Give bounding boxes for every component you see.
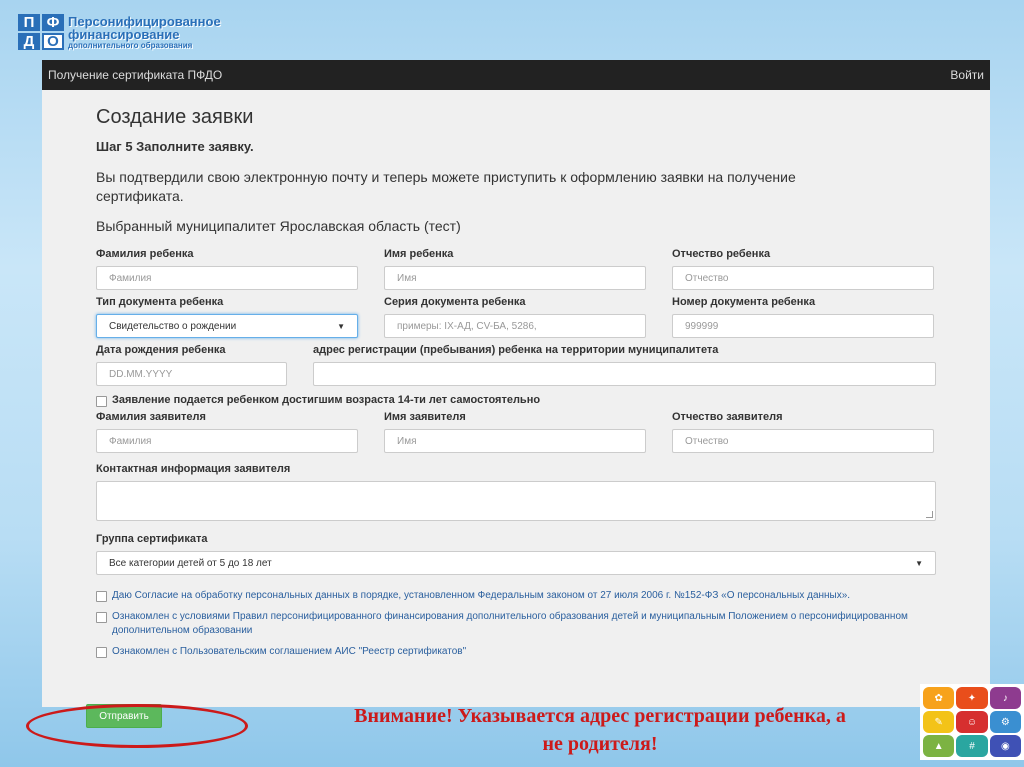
browser-window: Получение сертификата ПФДО Войти Создани…	[42, 60, 990, 728]
notice-line1: Внимание! Указывается адрес регистрации …	[354, 705, 846, 727]
applicant-last-name-input[interactable]: Фамилия	[96, 429, 358, 453]
resize-handle-icon[interactable]	[926, 511, 933, 518]
self-apply-checkbox[interactable]	[96, 396, 107, 407]
highlight-ellipse	[26, 704, 248, 748]
form-content: Создание заявки Шаг 5 Заполните заявку. …	[42, 106, 990, 659]
birth-date-label: Дата рождения ребенка	[96, 344, 226, 356]
applicant-first-name-label: Имя заявителя	[384, 411, 466, 423]
education-logo-tile: ▲	[923, 735, 955, 757]
group-select[interactable]: Все категории детей от 5 до 18 лет ▼	[96, 551, 936, 575]
notice-line2: не родителя!	[542, 733, 658, 755]
intro-text: Вы подтвердили свою электронную почту и …	[96, 169, 796, 204]
login-link[interactable]: Войти	[950, 68, 984, 82]
navbar: Получение сертификата ПФДО Войти	[42, 60, 990, 90]
child-last-name-input[interactable]: Фамилия	[96, 266, 358, 290]
applicant-name-row: Фамилия заявителя Фамилия Имя заявителя …	[96, 411, 936, 453]
logo-letter: О	[42, 33, 64, 50]
navbar-brand[interactable]: Получение сертификата ПФДО	[48, 68, 222, 82]
group-value: Все категории детей от 5 до 18 лет	[109, 557, 272, 569]
education-logo-tile: ✿	[923, 687, 955, 709]
education-logo: ✿ ✦ ♪ ✎ ☺ ⚙ ▲ # ◉	[920, 684, 1024, 760]
doc-type-label: Тип документа ребенка	[96, 296, 224, 308]
doc-type-value: Свидетельство о рождении	[109, 320, 237, 332]
contact-textarea[interactable]	[96, 481, 936, 521]
page-title: Создание заявки	[96, 106, 254, 128]
education-logo-tile: ⚙	[989, 711, 1021, 733]
consent-checkbox[interactable]	[96, 647, 107, 658]
pfdo-logo: П Ф Д О Персонифицированное финансирован…	[18, 14, 221, 50]
education-logo-tile: ✎	[923, 711, 955, 733]
logo-text: Персонифицированное финансирование допол…	[68, 15, 221, 50]
caret-down-icon: ▼	[337, 321, 345, 331]
consent-item[interactable]: Даю Согласие на обработку персональных д…	[96, 589, 936, 603]
applicant-first-name-input[interactable]: Имя	[384, 429, 646, 453]
consents: Даю Согласие на обработку персональных д…	[96, 589, 936, 659]
birth-address-row: Дата рождения ребенка DD.MM.YYYY адрес р…	[96, 344, 936, 386]
consent-label[interactable]: Даю Согласие на обработку персональных д…	[112, 589, 850, 603]
logo-letter: Д	[18, 33, 40, 50]
applicant-patronymic-input[interactable]: Отчество	[672, 429, 934, 453]
address-label: адрес регистрации (пребывания) ребенка н…	[313, 344, 719, 356]
consent-item[interactable]: Ознакомлен с Пользовательским соглашение…	[96, 645, 936, 659]
logo-letter: Ф	[42, 14, 64, 31]
birth-date-input[interactable]: DD.MM.YYYY	[96, 362, 287, 386]
step-title: Шаг 5 Заполните заявку.	[96, 139, 254, 154]
contact-label: Контактная информация заявителя	[96, 463, 291, 475]
education-logo-tile: #	[956, 735, 988, 757]
child-name-row: Фамилия ребенка Фамилия Имя ребенка Имя …	[96, 248, 936, 290]
applicant-last-name-label: Фамилия заявителя	[96, 411, 206, 423]
child-first-name-label: Имя ребенка	[384, 248, 454, 260]
caret-down-icon: ▼	[915, 558, 923, 568]
group-label: Группа сертификата	[96, 533, 208, 545]
warning-notice: Внимание! Указывается адрес регистрации …	[300, 702, 900, 758]
education-logo-tile: ✦	[956, 687, 988, 709]
doc-series-label: Серия документа ребенка	[384, 296, 526, 308]
doc-series-input[interactable]: примеры: IX-АД, CV-БА, 5286,	[384, 314, 646, 338]
logo-letters: П Ф Д О	[18, 14, 64, 50]
logo-line1: Персонифицированное	[68, 13, 221, 29]
applicant-patronymic-label: Отчество заявителя	[672, 411, 783, 423]
child-doc-row: Тип документа ребенка Свидетельство о ро…	[96, 296, 936, 338]
doc-number-input[interactable]: 999999	[672, 314, 934, 338]
education-logo-tile: ♪	[989, 687, 1021, 709]
child-last-name-label: Фамилия ребенка	[96, 248, 194, 260]
doc-number-label: Номер документа ребенка	[672, 296, 816, 308]
consent-item[interactable]: Ознакомлен с условиями Правил персонифиц…	[96, 610, 936, 638]
logo-letter: П	[18, 14, 40, 31]
child-patronymic-label: Отчество ребенка	[672, 248, 771, 260]
consent-checkbox[interactable]	[96, 591, 107, 602]
address-input[interactable]	[313, 362, 936, 386]
logo-line2: финансирование	[68, 26, 180, 42]
consent-label[interactable]: Ознакомлен с Пользовательским соглашение…	[112, 645, 466, 659]
education-logo-tile: ☺	[956, 711, 988, 733]
education-logo-tile: ◉	[989, 735, 1021, 757]
consent-checkbox[interactable]	[96, 612, 107, 623]
child-patronymic-input[interactable]: Отчество	[672, 266, 934, 290]
logo-line3: дополнительного образования	[68, 40, 193, 50]
self-apply-checkbox-row[interactable]: Заявление подается ребенком достигшим во…	[96, 394, 936, 407]
child-first-name-input[interactable]: Имя	[384, 266, 646, 290]
doc-type-select[interactable]: Свидетельство о рождении ▼	[96, 314, 358, 338]
municipality-text: Выбранный муниципалитет Ярославская обла…	[96, 218, 461, 234]
consent-label[interactable]: Ознакомлен с условиями Правил персонифиц…	[112, 610, 936, 638]
self-apply-label: Заявление подается ребенком достигшим во…	[112, 394, 541, 406]
